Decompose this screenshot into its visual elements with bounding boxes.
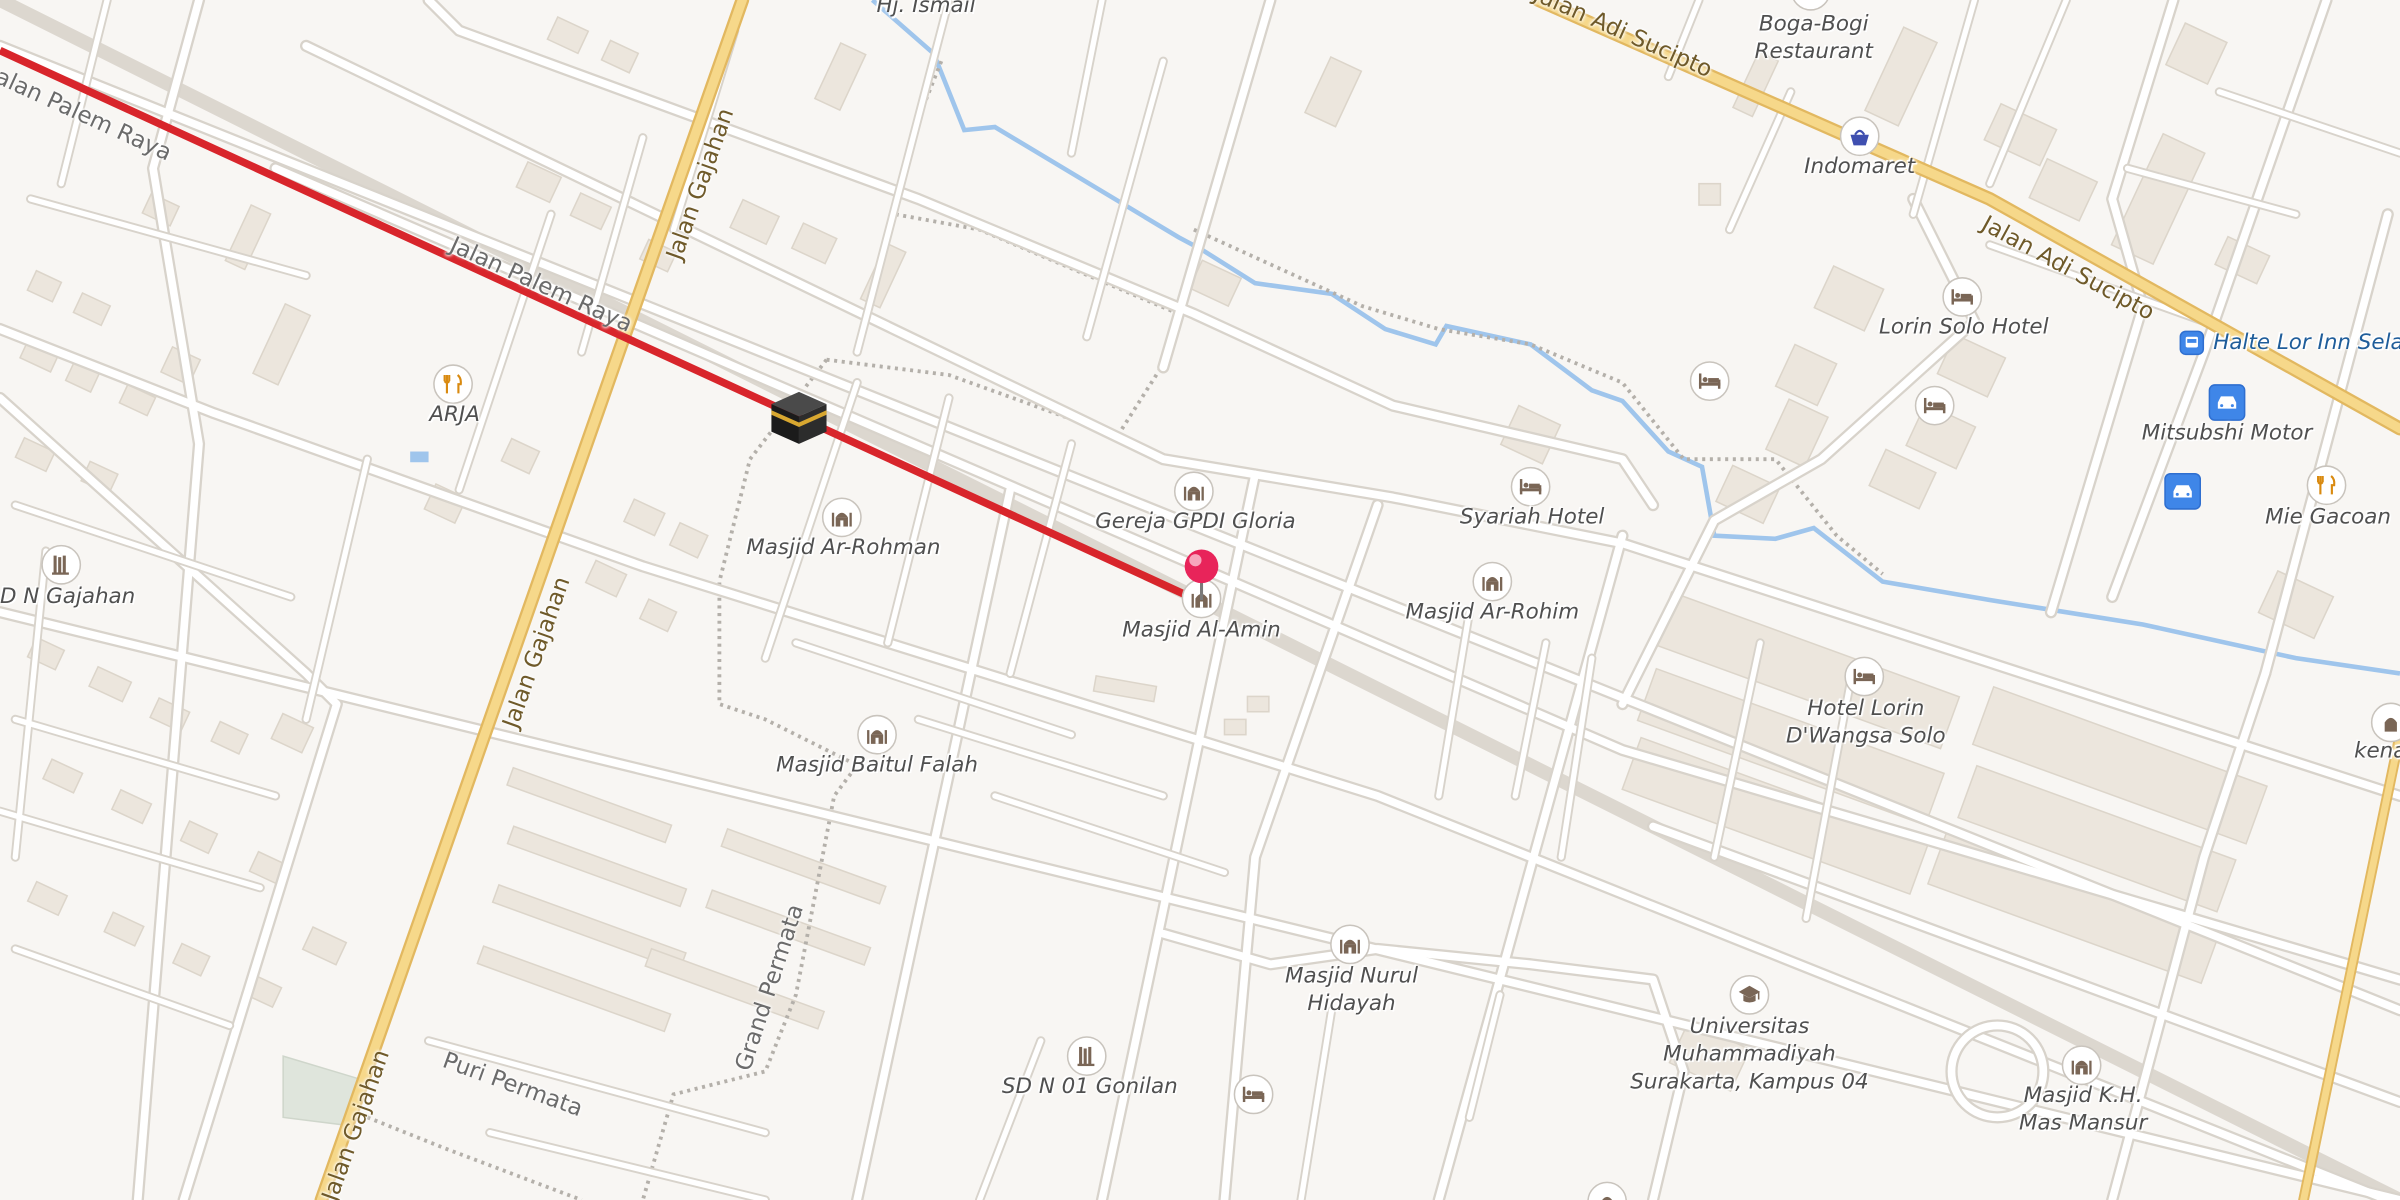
place-label-mitsubishi: Mitsubshi Motor [2141,420,2313,446]
place-label-halte: Halte Lor Inn Selat [2213,330,2400,356]
place-label-gereja-gpdi: Gereja GPDI Gloria [1095,509,1296,535]
mosque-icon[interactable] [1330,924,1370,965]
place-label-kena: kena [2354,739,2400,764]
place-label-boga-bogi: Boga-Bogi Restaurant [1754,12,1873,65]
place-label-syariah-hotel: Syariah Hotel [1459,505,1605,530]
place-label-masjid-ar-rohman: Masjid Ar-Rohman [746,535,941,561]
place-label-masjid-baitul-falah: Masjid Baitul Falah [776,753,978,778]
bed-icon[interactable] [1942,277,1983,317]
place-label-hotel-lorin-dwangsa: Hotel Lorin D'Wangsa Solo [1785,696,1946,749]
bed-icon[interactable] [1914,385,1955,426]
mosque-icon[interactable] [1472,561,1513,602]
school-icon[interactable] [1066,1036,1107,1077]
place-label-sd-n-01-gonilan: SD N 01 Gonilan [1001,1074,1178,1099]
restaurant-icon[interactable] [2306,465,2347,506]
pond [410,451,429,463]
place-label-masjid-ar-rohim: Masjid Ar-Rohim [1405,599,1580,625]
restaurant-icon[interactable] [433,364,473,405]
car-dealer-icon[interactable] [2208,384,2246,421]
place-label-arja: ARJA [429,402,480,428]
mosque-icon[interactable] [2061,1045,2102,1086]
graduation-cap-icon[interactable] [1729,974,1770,1015]
map-canvas[interactable]: alan Palem Raya Jalan Palem Raya Jalan G… [0,0,2400,1200]
bed-icon[interactable] [1233,1074,1274,1115]
place-label-universitas-muhammadiyah: Universitas Muhammadiyah Surakarta, Kamp… [1630,1014,1869,1095]
place-label-masjid-al-amin: Masjid Al-Amin [1122,618,1281,643]
mosque-icon[interactable] [821,497,862,538]
car-dealer-icon[interactable] [2164,472,2202,510]
stream [870,0,2400,676]
mosque-icon[interactable] [857,714,897,755]
place-label-indomaret: Indomaret [1804,154,1916,180]
place-label-masjid-kh-mas-mansur: Masjid K.H. Mas Mansur [2018,1083,2148,1136]
bed-icon[interactable] [1510,466,1551,507]
school-icon[interactable] [41,544,82,585]
bus-stop-icon[interactable] [2179,330,2205,356]
shopping-basket-icon[interactable] [1839,116,1880,157]
bed-icon[interactable] [1689,361,1730,402]
bed-icon[interactable] [1844,656,1885,697]
place-label-masjid-nurul-hidayah: Masjid Nurul Hidayah [1284,964,1419,1017]
church-icon[interactable] [1173,471,1214,512]
place-label-lorin-solo-hotel: Lorin Solo Hotel [1878,315,2049,340]
place-label-mie-gacoan: Mie Gacoan [2265,505,2391,530]
place-label-sd-n-gajahan: D N Gajahan [0,584,136,610]
mosque-icon[interactable] [1181,578,1222,619]
place-label-hj-ismail: Hj. Ismail [876,0,976,19]
